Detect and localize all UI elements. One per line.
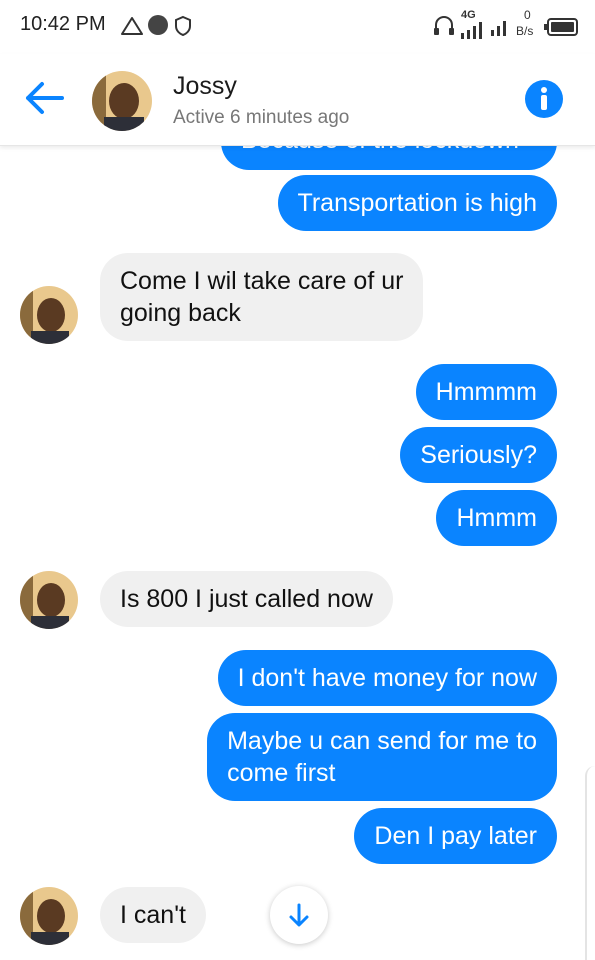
signal-icon-secondary	[491, 21, 506, 36]
data-speed-unit: B/s	[516, 24, 534, 38]
message-thread[interactable]: Because of the lockdown Transportation i…	[0, 146, 595, 960]
message-bubble-incoming[interactable]: Come I wil take care of ur going back	[100, 253, 424, 341]
message-bubble-incoming[interactable]: I can't	[100, 887, 206, 943]
warning-icon	[121, 17, 143, 35]
message-text-line: going back	[120, 299, 241, 327]
message-text: Hmmm	[456, 504, 537, 532]
sender-avatar[interactable]	[20, 286, 78, 344]
avatar-photo	[20, 887, 78, 945]
message-text: Transportation is high	[297, 189, 537, 217]
info-icon	[541, 87, 547, 110]
network-type-label: 4G	[461, 9, 476, 21]
message-text: Is 800 I just called now	[120, 585, 373, 613]
back-button[interactable]	[22, 78, 68, 118]
message-bubble-outgoing[interactable]: Because of the lockdown	[221, 146, 557, 170]
message-text-line: Maybe u can send for me to	[227, 727, 537, 755]
message-text: Because of the lockdown	[241, 146, 519, 154]
contact-avatar[interactable]	[92, 71, 152, 131]
contact-status: Active 6 minutes ago	[173, 107, 350, 128]
message-bubble-outgoing[interactable]: Seriously?	[400, 427, 557, 483]
message-text-line: Come I wil take care of ur	[120, 267, 404, 295]
message-bubble-incoming[interactable]: Is 800 I just called now	[100, 571, 393, 627]
message-text: Den I pay later	[374, 822, 537, 850]
battery-icon	[544, 18, 578, 36]
sender-avatar[interactable]	[20, 571, 78, 629]
message-bubble-outgoing[interactable]: Transportation is high	[277, 175, 557, 231]
record-icon	[148, 15, 168, 35]
status-time: 10:42 PM	[20, 13, 106, 35]
message-bubble-outgoing[interactable]: I don't have money for now	[217, 650, 557, 706]
conversation-header: Jossy Active 6 minutes ago	[0, 54, 595, 146]
message-bubble-outgoing[interactable]: Maybe u can send for me to come first	[207, 713, 557, 801]
message-text: I can't	[120, 901, 186, 929]
message-text: I don't have money for now	[237, 664, 537, 692]
contact-name[interactable]: Jossy	[173, 72, 237, 101]
avatar-photo	[20, 571, 78, 629]
scrollbar-edge[interactable]	[585, 766, 595, 960]
message-bubble-outgoing[interactable]: Den I pay later	[354, 808, 557, 864]
scroll-to-bottom-button[interactable]	[270, 886, 328, 944]
shield-icon	[175, 15, 191, 37]
avatar-photo	[20, 286, 78, 344]
message-bubble-outgoing[interactable]: Hmmm	[436, 490, 557, 546]
info-button[interactable]	[525, 80, 563, 118]
arrow-down-icon	[289, 903, 309, 927]
message-text-line: come first	[227, 759, 336, 787]
sender-avatar[interactable]	[20, 887, 78, 945]
avatar-photo	[92, 71, 152, 131]
headset-icon	[434, 15, 454, 35]
message-text: Hmmmm	[435, 378, 537, 406]
status-bar: 10:42 PM 4G 0 B/s	[0, 0, 595, 54]
message-bubble-outgoing[interactable]: Hmmmm	[415, 364, 557, 420]
arrow-left-icon	[26, 82, 64, 114]
signal-icon	[461, 22, 482, 39]
message-text: Seriously?	[420, 441, 537, 469]
data-speed-value: 0	[524, 8, 531, 22]
